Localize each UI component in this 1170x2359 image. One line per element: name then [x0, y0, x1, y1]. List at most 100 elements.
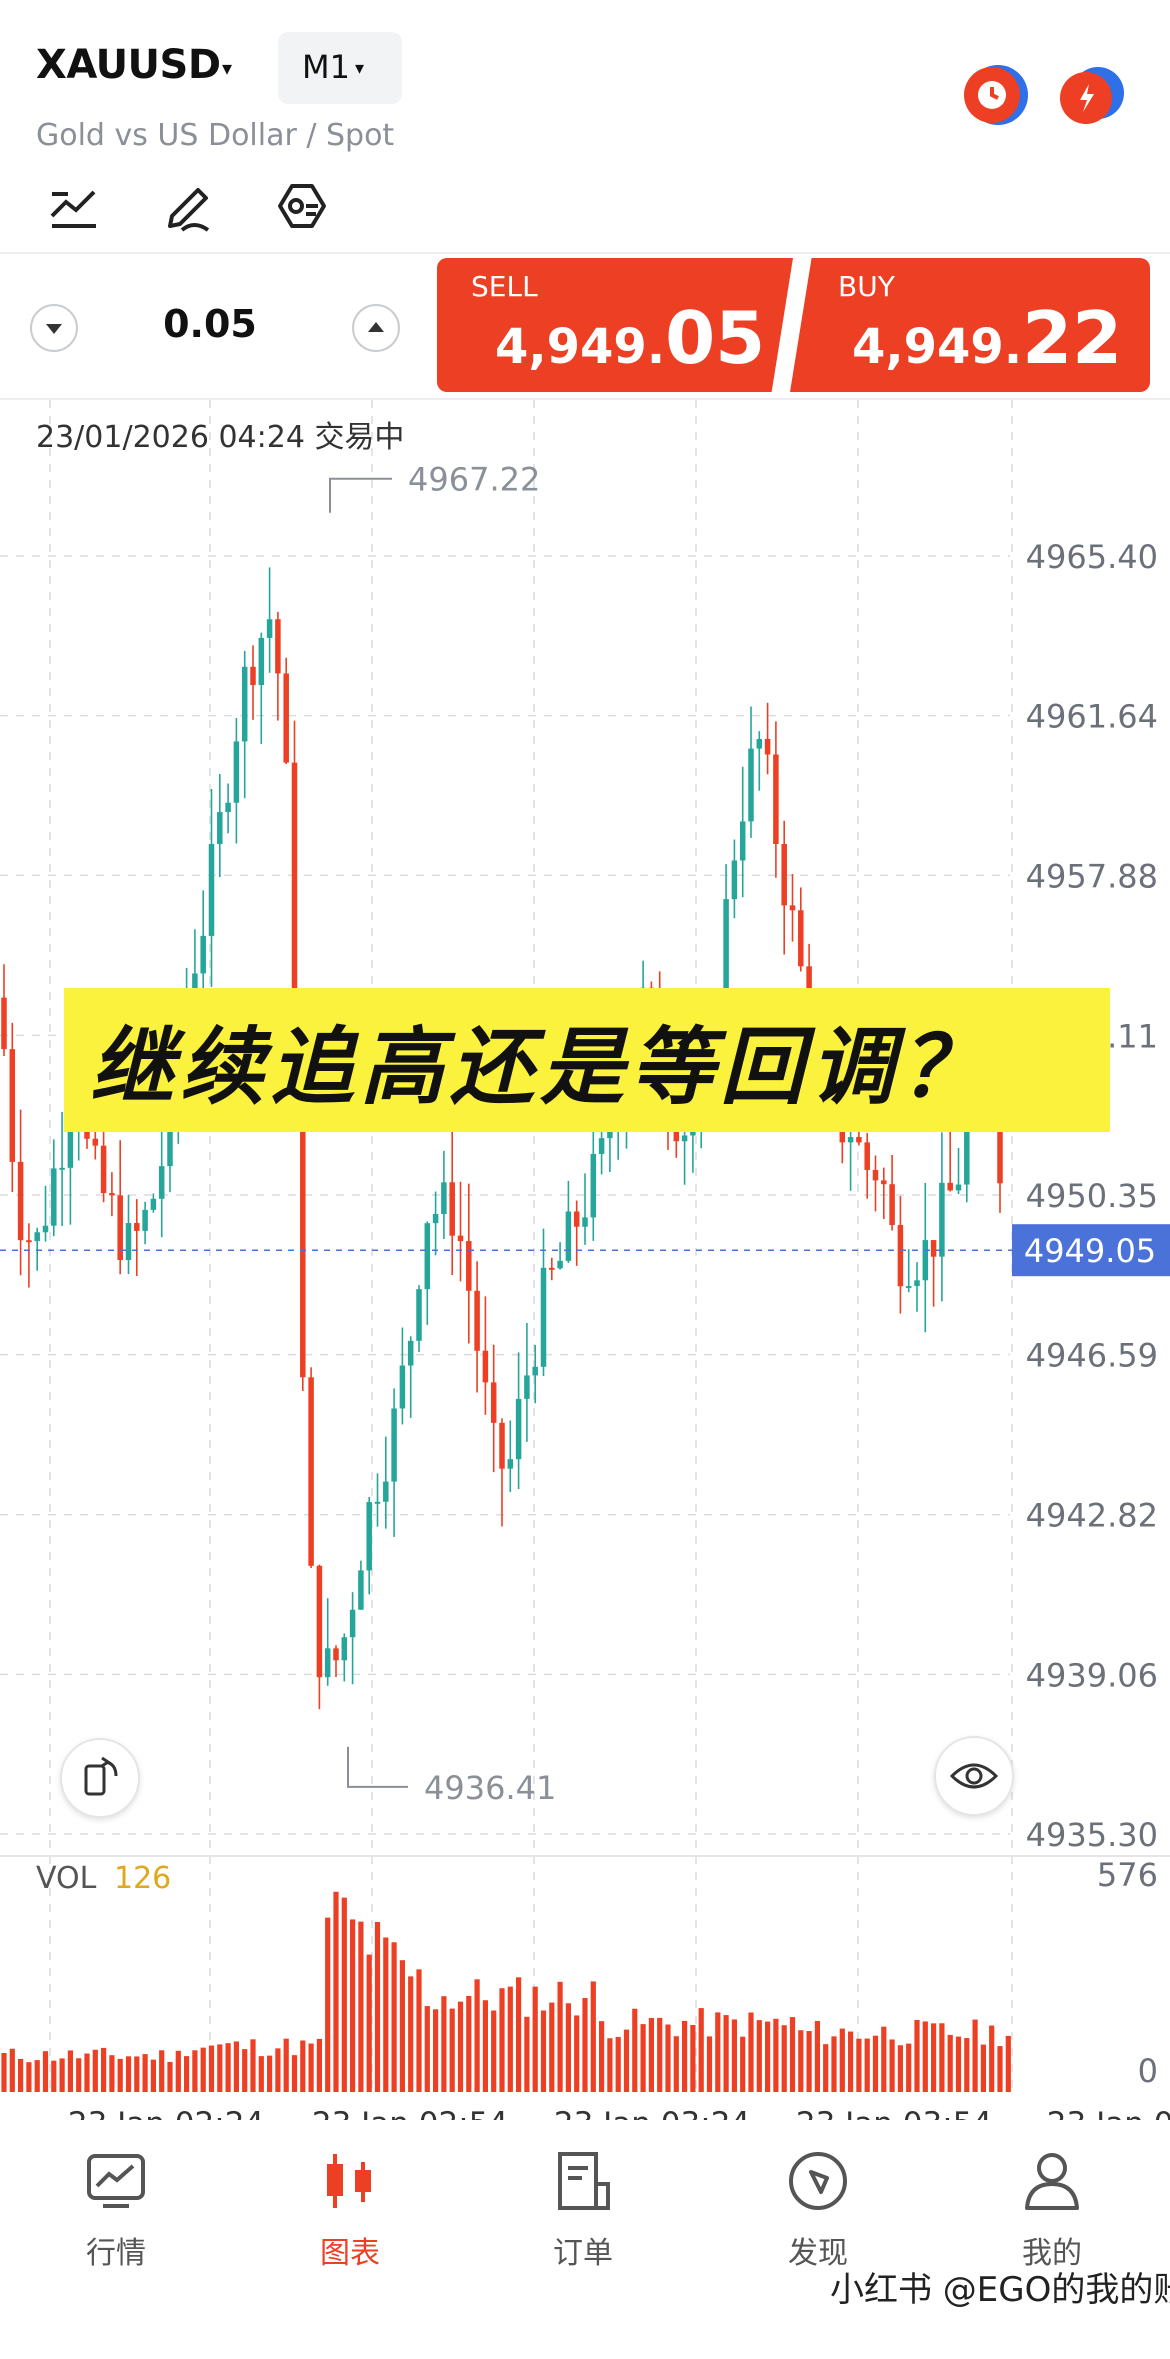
sell-price-pips: 05: [665, 296, 766, 380]
price-chart[interactable]: 4965.404961.644957.884954.114950.354946.…: [0, 400, 1170, 2120]
candle-body: [399, 1365, 406, 1409]
lot-size-value[interactable]: 0.05: [150, 302, 270, 346]
volume-bar: [59, 2058, 65, 2092]
candle-body: [275, 619, 281, 674]
volume-bar: [640, 2024, 646, 2092]
candle-body: [92, 1138, 99, 1146]
volume-bar: [175, 2050, 181, 2092]
y-tick-label: 4946.59: [1026, 1337, 1158, 1375]
volume-bar: [399, 1960, 405, 2092]
indicator-icon[interactable]: [44, 176, 104, 236]
candle-body: [233, 741, 240, 803]
volume-bar: [491, 2010, 497, 2092]
candle-body: [1, 997, 7, 1050]
candle-body: [474, 1290, 480, 1351]
nav-item-order[interactable]: 订单: [503, 2148, 663, 2272]
volume-bar: [208, 2045, 215, 2092]
volume-bar: [607, 2038, 613, 2092]
candle-body: [358, 1570, 364, 1610]
rotate-button[interactable]: [60, 1738, 140, 1818]
volume-bar: [657, 2017, 663, 2092]
volume-bar: [872, 2035, 879, 2092]
lot-decrease-button[interactable]: [30, 304, 78, 352]
draw-icon[interactable]: [158, 176, 218, 236]
volume-bar: [92, 2049, 98, 2092]
nav-item-chart[interactable]: 图表: [270, 2148, 430, 2272]
volume-bar: [632, 2008, 638, 2092]
lot-increase-button[interactable]: [352, 304, 400, 352]
volume-bar: [972, 2019, 978, 2092]
candle-body: [150, 1198, 157, 1210]
volume-bar: [350, 1919, 356, 2092]
volume-bar: [549, 2002, 555, 2092]
candle-body: [607, 1130, 613, 1139]
volume-bar: [889, 2039, 895, 2092]
timeframe-label[interactable]: M1: [302, 48, 350, 86]
symbol-title[interactable]: XAUUSD: [36, 42, 221, 88]
volume-bar: [142, 2054, 148, 2092]
candle-body: [739, 821, 746, 861]
candle-body: [889, 1184, 895, 1225]
volume-bar: [341, 1897, 347, 2092]
sell-button[interactable]: SELL 4,949.05: [437, 258, 793, 392]
y-tick-label: 4961.64: [1026, 698, 1158, 736]
volume-bar: [947, 2034, 953, 2092]
volume-bar: [706, 2036, 713, 2092]
candle-body: [441, 1182, 447, 1214]
candle-body: [51, 1168, 57, 1226]
candle-body: [590, 1153, 597, 1218]
volume-bar: [482, 2000, 488, 2092]
settings-icon[interactable]: [272, 176, 332, 236]
nav-item-profile[interactable]: 我的: [972, 2148, 1132, 2272]
candle-body: [374, 1501, 381, 1504]
volume-bar: [516, 1977, 522, 2092]
nav-item-market[interactable]: 行情: [36, 2148, 196, 2272]
volume-bar: [225, 2043, 231, 2092]
volume-label: VOL: [36, 1861, 97, 1896]
volume-bar: [590, 1981, 596, 2092]
volume-bar: [798, 2030, 804, 2092]
volume-bar: [474, 1979, 480, 2092]
timeframe-dropdown-icon[interactable]: ▾: [355, 58, 364, 79]
buy-price-pips: 22: [1022, 296, 1123, 380]
volume-bar: [1, 2053, 7, 2092]
nav-item-discover[interactable]: 发现: [738, 2148, 898, 2272]
candle-body: [341, 1637, 348, 1661]
buy-button[interactable]: BUY 4,949.22: [790, 258, 1150, 392]
rotate-icon: [84, 1756, 118, 1796]
volume-bar: [599, 2021, 605, 2092]
volume-bar: [18, 2058, 24, 2092]
volume-bar: [9, 2048, 15, 2092]
candle-body: [67, 1127, 74, 1168]
volume-bar: [756, 2020, 762, 2092]
nav-label-chart: 图表: [320, 2236, 380, 2271]
volume-bar: [789, 2017, 796, 2092]
candle-body: [217, 812, 223, 845]
candle-body: [316, 1565, 323, 1678]
volume-bar: [690, 2024, 696, 2092]
volume-bar: [325, 1917, 331, 2092]
visibility-button[interactable]: [934, 1736, 1014, 1816]
volume-bar: [26, 2062, 32, 2092]
flash-icon[interactable]: [1056, 60, 1126, 130]
volume-bar: [67, 2050, 73, 2092]
clock-icon[interactable]: [960, 60, 1030, 130]
candle-body: [515, 1398, 522, 1460]
candle-body: [100, 1145, 107, 1194]
candle-body: [955, 1184, 962, 1191]
candle-body: [158, 1166, 165, 1199]
x-tick-label: 23 Jan 04: [1047, 2106, 1170, 2120]
candle-body: [499, 1422, 505, 1469]
candle-body: [349, 1609, 356, 1638]
buy-price-main: 4,949.: [852, 319, 1023, 375]
volume-bar: [316, 2038, 322, 2092]
chart-icon: [327, 2154, 371, 2208]
volume-bar: [267, 2055, 273, 2092]
volume-bar: [748, 2012, 754, 2092]
symbol-dropdown-icon[interactable]: ▾: [222, 56, 232, 80]
candle-body: [549, 1267, 555, 1270]
volume-bar: [374, 1921, 381, 2092]
nav-label-market: 行情: [86, 2236, 146, 2271]
candle-body: [34, 1232, 40, 1242]
volume-bar: [308, 2043, 314, 2092]
